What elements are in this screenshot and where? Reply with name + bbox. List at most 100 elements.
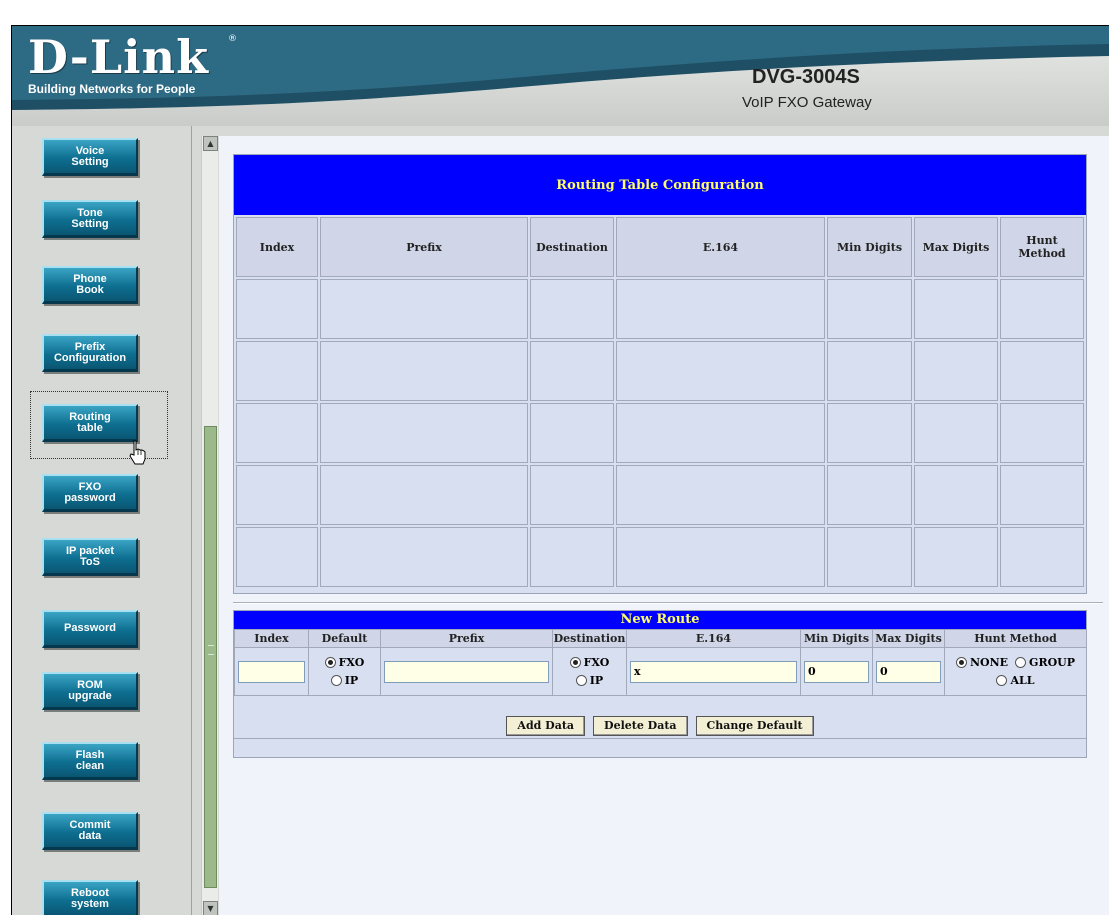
table-cell	[530, 403, 614, 463]
table-cell	[1000, 279, 1084, 339]
table-row	[236, 465, 1084, 525]
new-route-header-row: Index Default Prefix Destination E.164 M…	[234, 629, 1087, 648]
new-route-input-row: FXO IP FXO IP x 0 0 NONE GROUP ALL	[234, 647, 1087, 696]
default-fxo-label: FXO	[338, 656, 365, 669]
sidebar-item-tone-setting[interactable]: Tone Setting	[42, 200, 138, 238]
vertical-scrollbar[interactable]: ▲ ▼	[201, 136, 218, 915]
sidebar-item-flash-clean[interactable]: Flash clean	[42, 742, 138, 780]
max-digits-input[interactable]	[876, 660, 941, 683]
hunt-group-label: GROUP	[1029, 656, 1076, 669]
hunt-all-label: ALL	[1010, 674, 1035, 687]
hunt-none-radio-icon[interactable]	[955, 657, 967, 668]
column-header: Default	[308, 629, 381, 648]
table-cell	[827, 465, 912, 525]
column-header: Hunt Method	[944, 629, 1087, 648]
min-digits-input[interactable]	[804, 660, 869, 683]
table-cell	[530, 279, 614, 339]
table-cell	[1000, 341, 1084, 401]
sidebar-item-commit-data[interactable]: Commit data	[42, 812, 138, 850]
destination-ip-label: IP	[589, 674, 604, 687]
table-cell	[236, 465, 318, 525]
logo-tagline: Building Networks for People	[28, 82, 196, 96]
sidebar-item-fxo-password[interactable]: FXO password	[42, 474, 138, 512]
default-ip-label: IP	[344, 674, 359, 687]
table-cell	[320, 279, 528, 339]
column-header: Max Digits	[914, 217, 998, 277]
column-header: Prefix	[320, 217, 528, 277]
scroll-grip-icon	[208, 645, 214, 655]
table-cell	[827, 341, 912, 401]
table-cell	[827, 279, 912, 339]
routing-table-panel: Routing Table Configuration Index Prefix…	[233, 154, 1087, 594]
hunt-all-radio[interactable]: ALL	[948, 672, 1083, 690]
table-cell	[827, 403, 912, 463]
routing-table-title: Routing Table Configuration	[234, 155, 1086, 215]
table-cell	[616, 403, 825, 463]
column-header: E.164	[626, 629, 801, 648]
default-fxo-radio[interactable]: FXO	[312, 654, 377, 672]
column-header: Destination	[552, 629, 627, 648]
delete-data-button[interactable]: Delete Data	[593, 715, 688, 736]
index-input[interactable]	[238, 660, 305, 683]
hunt-radio-row: NONE GROUP	[948, 654, 1083, 672]
table-cell	[236, 527, 318, 587]
sidebar-item-password[interactable]: Password	[42, 610, 138, 648]
table-row	[236, 403, 1084, 463]
table-cell	[320, 341, 528, 401]
column-header: Hunt Method	[1000, 217, 1084, 277]
destination-fxo-radio[interactable]: FXO	[556, 654, 623, 672]
radio-icon[interactable]	[575, 675, 587, 686]
dlink-logo: D-Link	[28, 30, 209, 84]
sidebar-item-reboot-system[interactable]: Reboot system	[42, 880, 138, 915]
sidebar-item-ip-packet-tos[interactable]: IP packet ToS	[42, 538, 138, 576]
prefix-input[interactable]	[384, 660, 549, 683]
action-button-row: Add Data Delete Data Change Default	[234, 713, 1086, 739]
table-cell	[320, 403, 528, 463]
radio-selected-icon[interactable]	[324, 657, 336, 668]
new-route-panel: New Route Index Default Prefix Destinati…	[233, 610, 1087, 758]
column-header: Prefix	[380, 629, 553, 648]
scroll-thumb[interactable]	[204, 426, 217, 888]
sidebar-item-phone-book[interactable]: Phone Book	[42, 266, 138, 304]
hunt-all-radio-icon[interactable]	[996, 675, 1008, 686]
index-cell	[234, 647, 309, 696]
default-ip-radio[interactable]: IP	[312, 672, 377, 690]
new-route-form: Index Default Prefix Destination E.164 M…	[234, 629, 1087, 696]
sidebar-item-rom-upgrade[interactable]: ROM upgrade	[42, 672, 138, 710]
table-cell	[1000, 465, 1084, 525]
table-cell	[1000, 403, 1084, 463]
prefix-cell	[380, 647, 553, 696]
section-divider	[233, 602, 1103, 604]
scroll-down-arrow-icon[interactable]: ▼	[203, 901, 218, 915]
table-cell	[530, 341, 614, 401]
hunt-group-radio-icon[interactable]	[1015, 657, 1027, 668]
column-header: Destination	[530, 217, 614, 277]
product-description: VoIP FXO Gateway	[742, 94, 872, 111]
table-cell	[914, 465, 998, 525]
table-cell	[530, 465, 614, 525]
routing-table: Index Prefix Destination E.164 Min Digit…	[234, 215, 1086, 589]
radio-selected-icon[interactable]	[569, 657, 581, 668]
hand-cursor-icon	[129, 440, 146, 465]
browser-frame: D-Link ® Building Networks for People DV…	[11, 25, 1109, 915]
table-cell	[1000, 527, 1084, 587]
e164-input[interactable]	[630, 660, 797, 683]
column-header: Index	[234, 629, 309, 648]
add-data-button[interactable]: Add Data	[506, 715, 586, 736]
sidebar-item-voice-setting[interactable]: Voice Setting	[42, 138, 138, 176]
table-cell	[914, 341, 998, 401]
destination-ip-radio[interactable]: IP	[556, 672, 623, 690]
column-header: Max Digits	[872, 629, 945, 648]
radio-icon[interactable]	[330, 675, 342, 686]
change-default-button[interactable]: Change Default	[695, 715, 814, 736]
table-cell	[616, 527, 825, 587]
table-cell	[914, 527, 998, 587]
column-header: Index	[236, 217, 318, 277]
sidebar-item-prefix-configuration[interactable]: Prefix Configuration	[42, 334, 138, 372]
column-header: E.164	[616, 217, 825, 277]
sidebar-item-routing-table[interactable]: Routing table	[42, 404, 138, 442]
scroll-up-arrow-icon[interactable]: ▲	[203, 136, 218, 151]
table-cell	[320, 527, 528, 587]
table-cell	[914, 403, 998, 463]
table-cell	[236, 341, 318, 401]
